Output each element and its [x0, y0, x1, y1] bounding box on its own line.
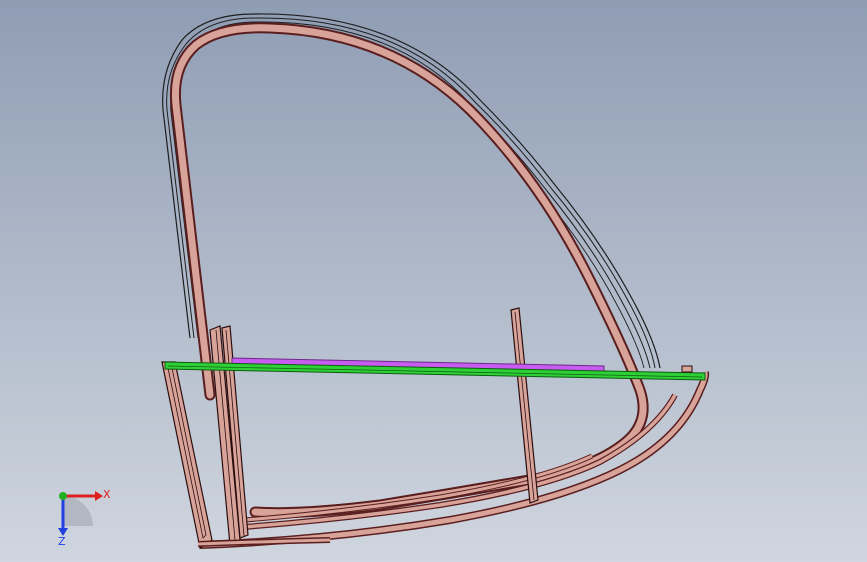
bottom-sill-bar[interactable] [197, 537, 331, 547]
axis-z-label: Z [58, 535, 66, 548]
belt-end-cap[interactable] [681, 365, 693, 373]
cad-viewport[interactable]: X Z [0, 0, 867, 562]
model-scene[interactable]: X Z [0, 0, 867, 562]
axis-x-label: X [103, 488, 111, 501]
